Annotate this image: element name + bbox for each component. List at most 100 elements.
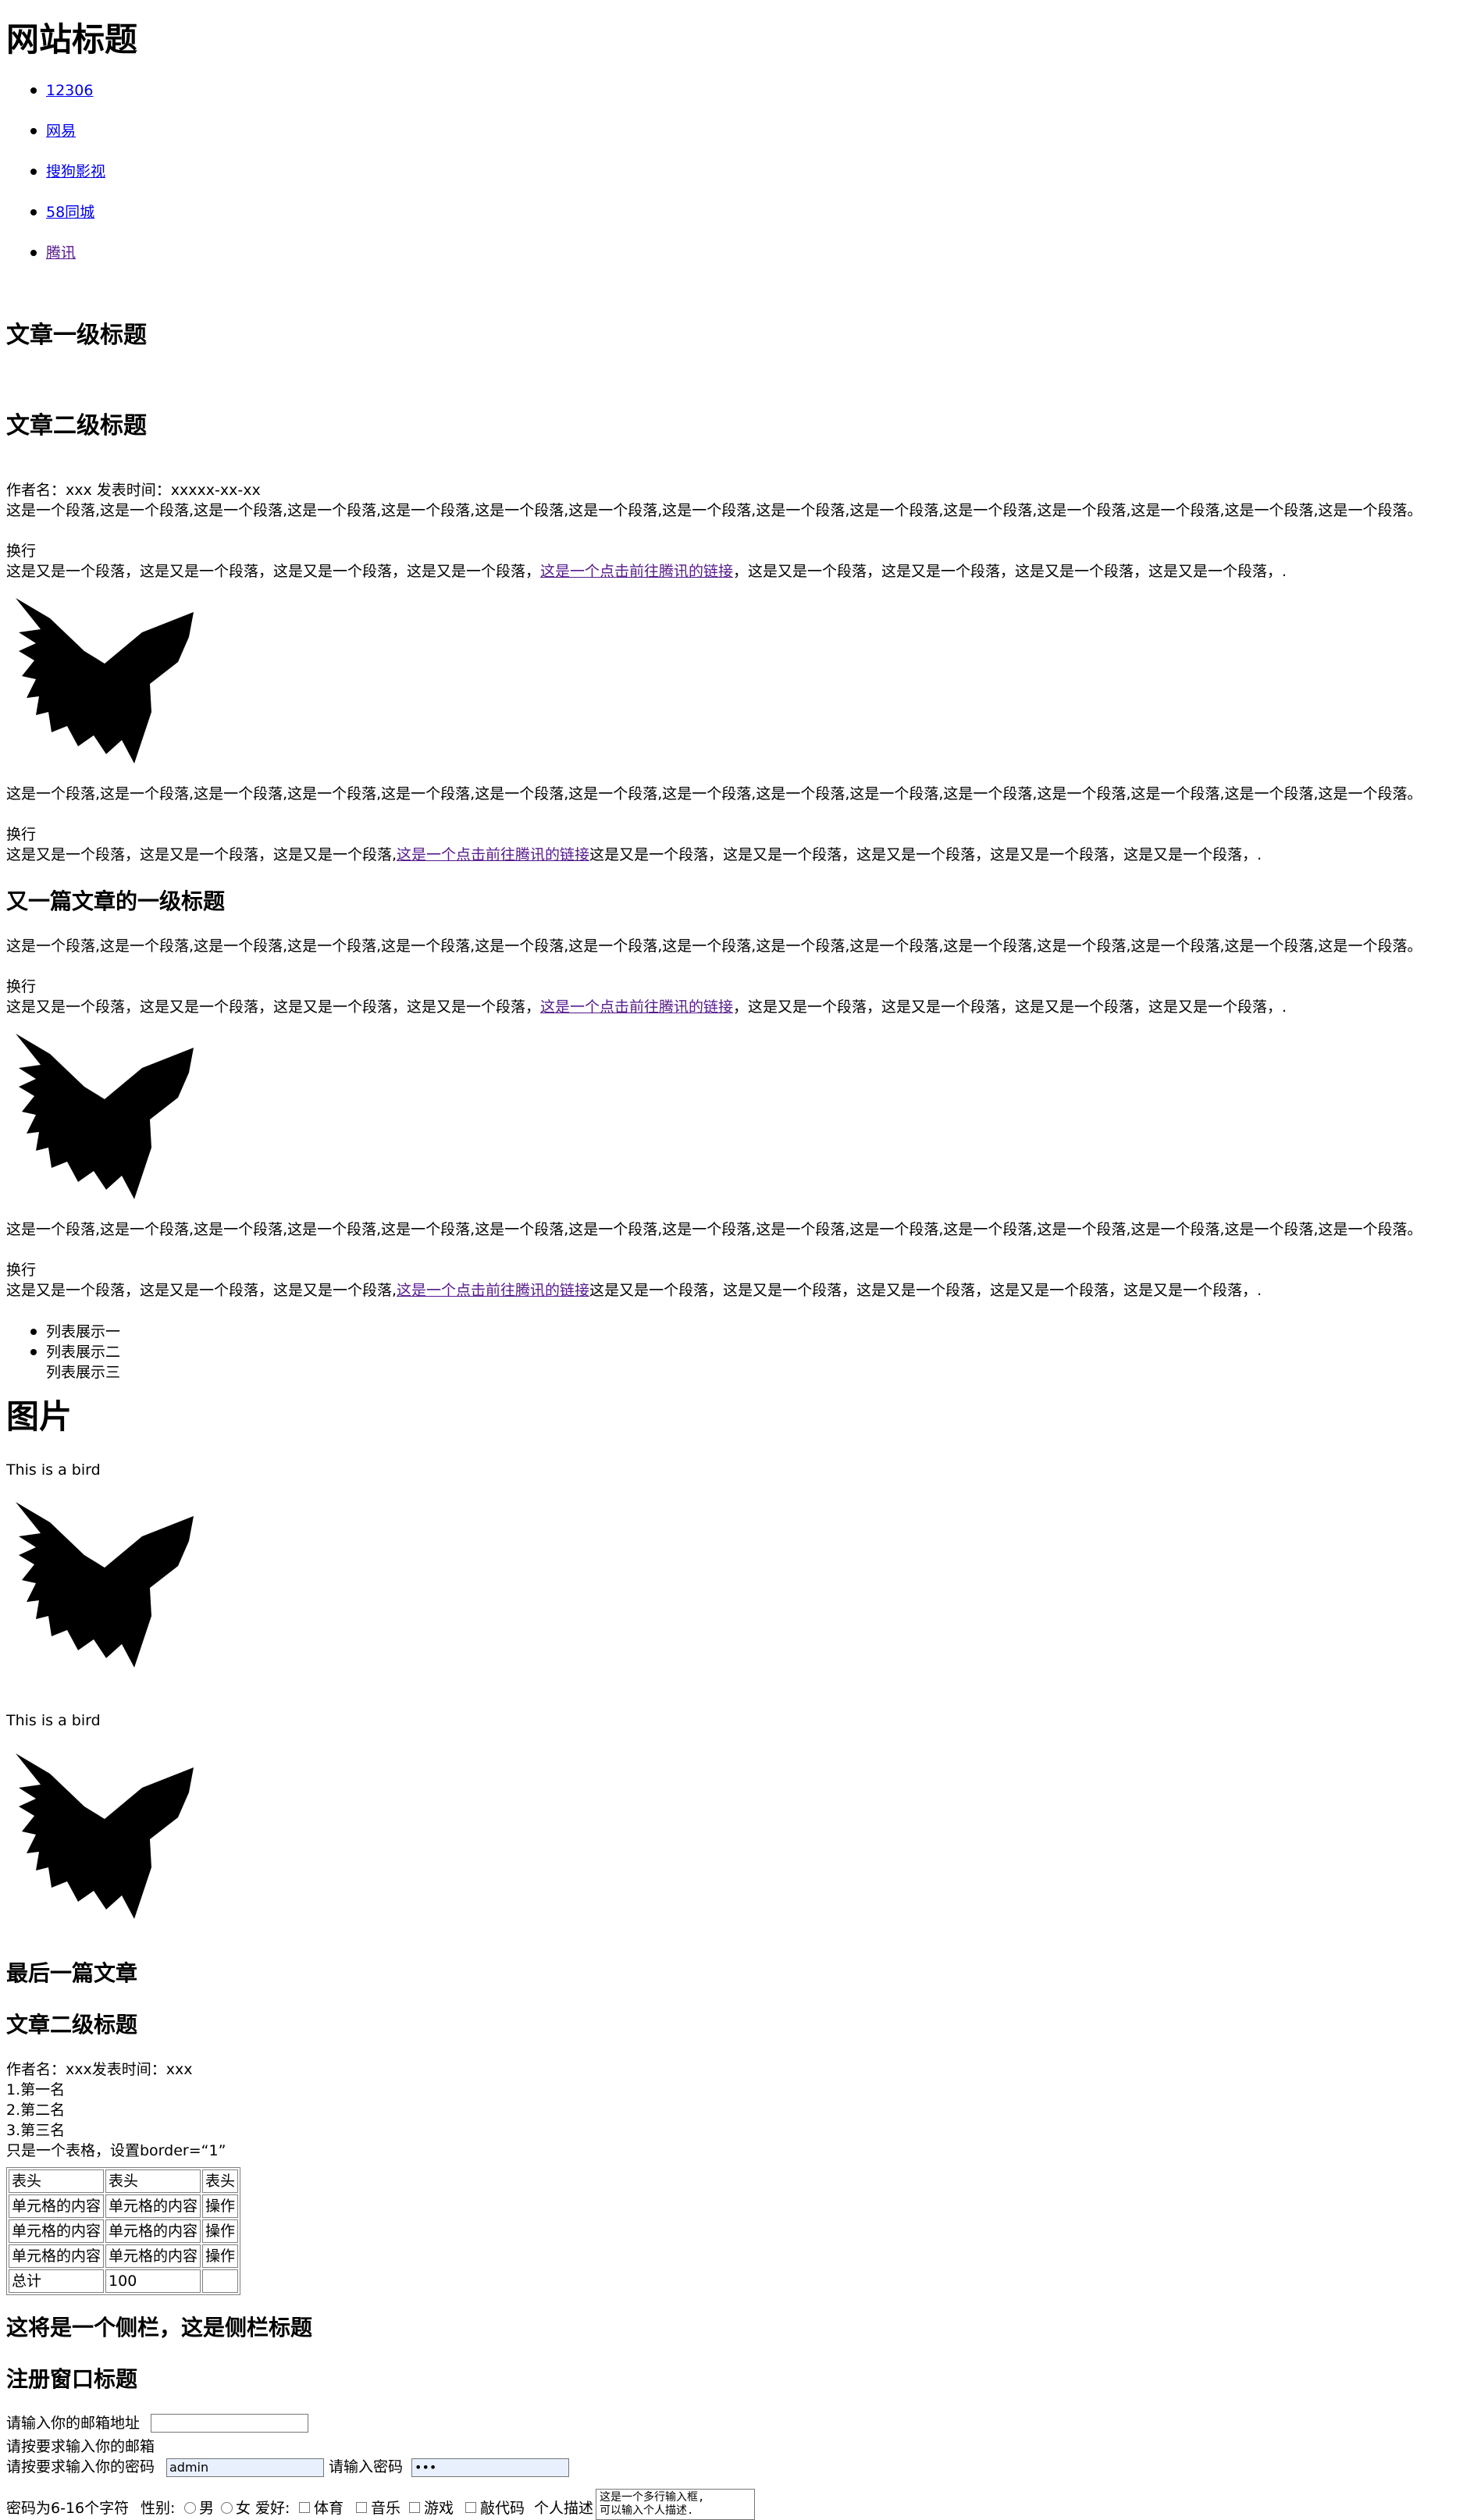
article-paragraph-with-link: 这是又是一个段落，这是又是一个段落，这是又是一个段落,这是一个点击前往腾讯的链接…: [6, 845, 1262, 865]
description-label: 个人描述: [534, 2500, 594, 2517]
data-table: 表头 表头 表头 单元格的内容 单元格的内容 操作 单元格的内容 单元格的内容 …: [6, 2167, 241, 2295]
table-header-cell: 表头: [9, 2169, 105, 2193]
article-paragraph-with-link: 这是又是一个段落，这是又是一个段落，这是又是一个段落，这是又是一个段落，这是一个…: [6, 561, 1287, 582]
rank-item: 1.第一名: [6, 2081, 66, 2098]
table-footer-row: 总计 100: [9, 2269, 239, 2293]
list-bullet: [30, 250, 37, 256]
email-hint: 请按要求输入你的邮箱: [6, 2438, 155, 2455]
list-bullet: [30, 87, 37, 94]
table-header-cell: 表头: [202, 2169, 239, 2193]
list-item: 列表展示三: [46, 1364, 121, 1381]
article-title: 又一篇文章的一级标题: [6, 888, 226, 914]
last-article-subtitle: 文章二级标题: [6, 2012, 138, 2038]
article-meta: 作者名：xxx发表时间：xxx: [6, 2061, 193, 2078]
article-paragraph: 这是一个段落,这是一个段落,这是一个段落,这是一个段落,这是一个段落,这是一个段…: [6, 502, 1422, 519]
table-row: 单元格的内容 单元格的内容 操作: [9, 2219, 239, 2243]
table-action-cell[interactable]: 操作: [202, 2194, 239, 2218]
user-label: 请按要求输入你的密码: [6, 2458, 155, 2476]
nav-link-12306[interactable]: 12306: [46, 80, 93, 101]
register-title: 注册窗口标题: [6, 2366, 138, 2392]
nav-link-58[interactable]: 58同城: [46, 202, 94, 222]
username-input[interactable]: admin: [166, 2458, 324, 2477]
email-input[interactable]: [151, 2414, 308, 2433]
paragraph-text: 这是又是一个段落，这是又是一个段落，这是又是一个段落,: [6, 1282, 397, 1299]
article-paragraph: 这是一个段落,这是一个段落,这是一个段落,这是一个段落,这是一个段落,这是一个段…: [6, 785, 1422, 803]
hobby-label: 爱好:: [255, 2500, 290, 2517]
list-item: 列表展示一: [46, 1323, 121, 1340]
table-note: 只是一个表格，设置border=“1”: [6, 2142, 226, 2159]
list-item: 列表展示二: [46, 1344, 121, 1361]
hobby-sports-label: 体育: [314, 2500, 344, 2517]
hobby-sports-checkbox[interactable]: [299, 2502, 310, 2513]
list-bullet: [30, 209, 37, 215]
table-action-cell[interactable]: 操作: [202, 2219, 239, 2243]
table-cell: 单元格的内容: [105, 2194, 201, 2218]
table-cell: 单元格的内容: [105, 2219, 201, 2243]
list-bullet: [30, 128, 37, 134]
pictures-heading: 图片: [6, 1397, 73, 1436]
description-textarea[interactable]: 这是一个多行输入框, 可以输入个人描述.: [596, 2489, 755, 2520]
tencent-link[interactable]: 这是一个点击前往腾讯的链接: [540, 563, 733, 580]
gender-female-radio[interactable]: [221, 2502, 233, 2514]
line-break-text: 换行: [6, 826, 37, 843]
table-total-value: 100: [105, 2269, 201, 2293]
paragraph-text: 这是又是一个段落，这是又是一个段落，这是又是一个段落,: [6, 846, 397, 863]
hobby-coding-checkbox[interactable]: [465, 2502, 476, 2513]
table-empty-cell: [202, 2269, 239, 2293]
article-paragraph-with-link: 这是又是一个段落，这是又是一个段落，这是又是一个段落，这是又是一个段落，这是一个…: [6, 997, 1287, 1017]
list-bullet: [30, 1349, 37, 1355]
rank-item: 3.第三名: [6, 2122, 66, 2139]
list-bullet: [30, 169, 37, 175]
table-total-label: 总计: [9, 2269, 105, 2293]
article-h1: 文章一级标题: [6, 322, 147, 349]
rank-item: 2.第二名: [6, 2102, 66, 2119]
last-article-title: 最后一篇文章: [6, 1960, 138, 1986]
article-meta: 作者名：xxx 发表时间：xxxxx-xx-xx: [6, 482, 261, 499]
line-break-text: 换行: [6, 978, 37, 995]
table-header-cell: 表头: [105, 2169, 201, 2193]
paragraph-text: ，这是又是一个段落，这是又是一个段落，这是又是一个段落，这是又是一个段落，.: [733, 563, 1287, 580]
paragraph-text: ，这是又是一个段落，这是又是一个段落，这是又是一个段落，这是又是一个段落，.: [733, 998, 1287, 1016]
paragraph-text: 这是又是一个段落，这是又是一个段落，这是又是一个段落，这是又是一个段落，这是又是…: [589, 1282, 1262, 1299]
line-break-text: 换行: [6, 543, 37, 560]
gender-female-label: 女: [236, 2500, 251, 2517]
table-action-cell[interactable]: 操作: [202, 2244, 239, 2268]
table-row: 单元格的内容 单元格的内容 操作: [9, 2194, 239, 2218]
nav-link-tencent[interactable]: 腾讯: [46, 243, 76, 263]
article-paragraph-with-link: 这是又是一个段落，这是又是一个段落，这是又是一个段落,这是一个点击前往腾讯的链接…: [6, 1280, 1262, 1301]
table-cell: 单元格的内容: [105, 2244, 201, 2268]
list-bullet: [30, 1329, 37, 1335]
tencent-link[interactable]: 这是一个点击前往腾讯的链接: [397, 846, 589, 863]
hobby-games-checkbox[interactable]: [409, 2502, 420, 2513]
hobby-music-label: 音乐: [371, 2500, 401, 2517]
article-paragraph: 这是一个段落,这是一个段落,这是一个段落,这是一个段落,这是一个段落,这是一个段…: [6, 1221, 1422, 1238]
line-break-text: 换行: [6, 1262, 37, 1279]
password-label: 请输入密码: [329, 2458, 404, 2476]
article-h2: 文章二级标题: [6, 412, 147, 440]
nav-link-163[interactable]: 网易: [46, 121, 76, 141]
bird-image: [16, 1502, 194, 1668]
table-cell: 单元格的内容: [9, 2219, 105, 2243]
image-caption: This is a bird: [6, 1461, 101, 1479]
table-header-row: 表头 表头 表头: [9, 2169, 239, 2193]
password-input[interactable]: •••: [411, 2458, 569, 2477]
gender-label: 性别:: [141, 2500, 176, 2517]
gender-male-radio[interactable]: [184, 2502, 196, 2514]
gender-male-label: 男: [199, 2500, 215, 2517]
bird-image: [16, 1753, 194, 1919]
site-title: 网站标题: [6, 20, 138, 59]
hobby-games-label: 游戏: [424, 2500, 454, 2517]
email-label: 请输入你的邮箱地址: [6, 2415, 141, 2432]
table-cell: 单元格的内容: [9, 2244, 105, 2268]
table-cell: 单元格的内容: [9, 2194, 105, 2218]
tencent-link[interactable]: 这是一个点击前往腾讯的链接: [397, 1282, 589, 1299]
table-row: 单元格的内容 单元格的内容 操作: [9, 2244, 239, 2268]
image-caption: This is a bird: [6, 1712, 101, 1729]
article-paragraph: 这是一个段落,这是一个段落,这是一个段落,这是一个段落,这是一个段落,这是一个段…: [6, 938, 1422, 955]
paragraph-text: 这是又是一个段落，这是又是一个段落，这是又是一个段落，这是又是一个段落，: [6, 563, 541, 580]
tencent-link[interactable]: 这是一个点击前往腾讯的链接: [540, 998, 733, 1016]
nav-link-sogou-video[interactable]: 搜狗影视: [46, 162, 105, 182]
bird-image: [16, 1034, 194, 1199]
hobby-music-checkbox[interactable]: [356, 2502, 367, 2513]
password-hint: 密码为6-16个字符: [6, 2500, 130, 2517]
